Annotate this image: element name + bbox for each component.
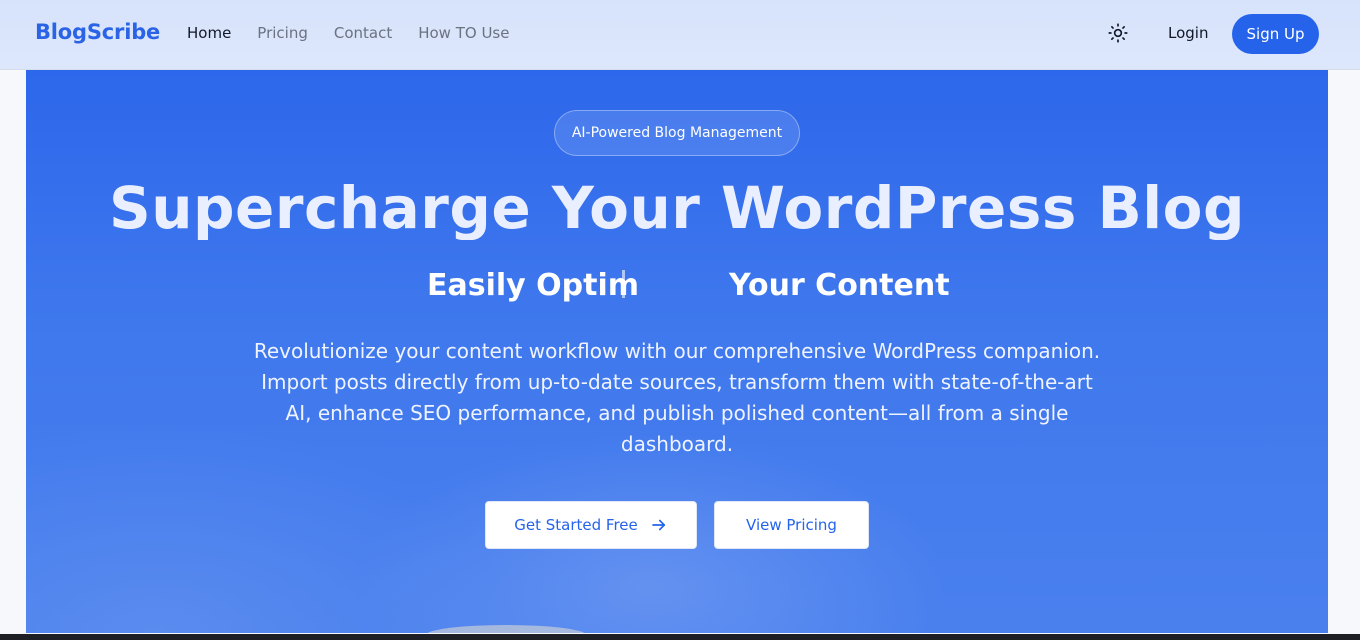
bottom-edge bbox=[0, 634, 1360, 640]
hero-headline: Supercharge Your WordPress Blog bbox=[108, 174, 1246, 240]
headline-wrap: Supercharge Your WordPress Blog bbox=[26, 168, 1328, 240]
hero-description: Revolutionize your content workflow with… bbox=[253, 339, 1101, 456]
nav-link-how-to-use[interactable]: How TO Use bbox=[418, 24, 509, 42]
arrow-right-icon bbox=[650, 516, 668, 534]
nav-link-home[interactable]: Home bbox=[187, 24, 231, 42]
hero-section: AI-Powered Blog Management Supercharge Y… bbox=[26, 70, 1328, 633]
sun-icon bbox=[1108, 23, 1128, 43]
hero-image-partial bbox=[426, 625, 586, 633]
navbar: BlogScribe Home Pricing Contact How TO U… bbox=[0, 0, 1360, 70]
login-link[interactable]: Login bbox=[1168, 24, 1208, 42]
nav-link-contact[interactable]: Contact bbox=[334, 24, 392, 42]
theme-toggle-button[interactable] bbox=[1106, 21, 1130, 45]
subheadline-typing-text: Easily Optim bbox=[427, 268, 640, 303]
hero-badge: AI-Powered Blog Management bbox=[554, 110, 800, 156]
page: BlogScribe Home Pricing Contact How TO U… bbox=[0, 0, 1360, 640]
subheadline-static-text: Your Content bbox=[729, 268, 950, 303]
signup-button[interactable]: Sign Up bbox=[1232, 14, 1319, 54]
hero-subheadline: Easily Optim Your Content bbox=[26, 268, 1328, 308]
get-started-button[interactable]: Get Started Free bbox=[485, 501, 697, 549]
get-started-label: Get Started Free bbox=[514, 516, 638, 534]
nav-link-pricing[interactable]: Pricing bbox=[257, 24, 308, 42]
logo[interactable]: BlogScribe bbox=[35, 20, 160, 44]
typing-cursor bbox=[622, 270, 625, 298]
nav-links: Home Pricing Contact How TO Use bbox=[187, 24, 535, 42]
view-pricing-button[interactable]: View Pricing bbox=[714, 501, 869, 549]
